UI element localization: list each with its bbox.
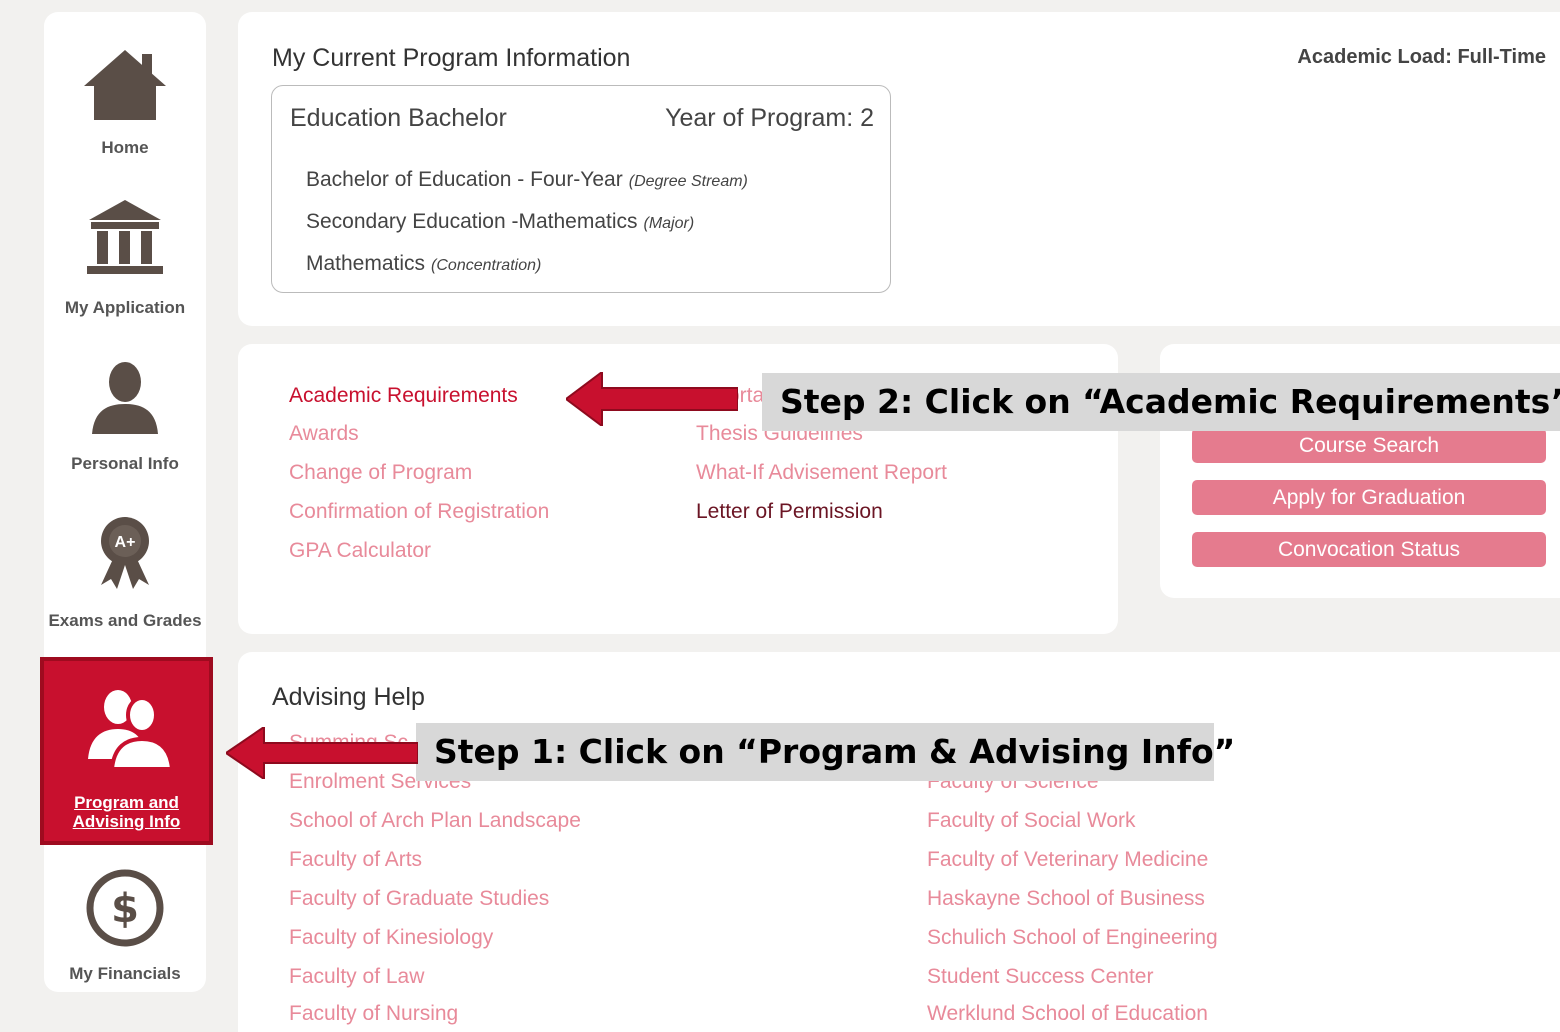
advising-link[interactable]: Faculty of Social Work <box>927 809 1136 833</box>
sidebar-item-label: Exams and Grades <box>48 611 202 630</box>
arrow-left-icon <box>566 372 738 426</box>
program-year: Year of Program: 2 <box>665 104 874 132</box>
sidebar-item-home[interactable]: Home <box>44 48 206 157</box>
link-letter-of-permission[interactable]: Letter of Permission <box>696 500 883 524</box>
program-row: Mathematics (Concentration) <box>306 252 542 275</box>
step2-callout: Step 2: Click on “Academic Requirements” <box>762 373 1560 431</box>
program-row: Secondary Education -Mathematics (Major) <box>306 210 695 233</box>
advising-link[interactable]: Haskayne School of Business <box>927 887 1205 911</box>
svg-text:$: $ <box>111 886 139 932</box>
link-awards[interactable]: Awards <box>289 422 359 446</box>
sidebar-item-label: Home <box>101 138 149 157</box>
sidebar-item-program-advising[interactable]: Program and Advising Info <box>40 657 213 845</box>
program-card: Education Bachelor Year of Program: 2 Ba… <box>271 85 891 293</box>
person-icon <box>92 362 158 434</box>
advising-link[interactable]: Faculty of Veterinary Medicine <box>927 848 1208 872</box>
advising-link[interactable]: Student Success Center <box>927 965 1153 989</box>
advising-link[interactable]: Faculty of Law <box>289 965 424 989</box>
link-what-if-report[interactable]: What-If Advisement Report <box>696 461 947 485</box>
convocation-status-button[interactable]: Convocation Status <box>1192 532 1546 567</box>
sidebar-item-my-financials[interactable]: $ My Financials <box>44 868 206 983</box>
advising-help-heading: Advising Help <box>272 683 425 711</box>
advising-link[interactable]: Faculty of Arts <box>289 848 422 872</box>
link-confirmation-registration[interactable]: Confirmation of Registration <box>289 500 549 524</box>
program-info-heading: My Current Program Information <box>272 44 631 72</box>
advising-link[interactable]: Werklund School of Education <box>927 1002 1208 1026</box>
program-title: Education Bachelor <box>290 104 507 132</box>
advising-link[interactable]: School of Arch Plan Landscape <box>289 809 581 833</box>
sidebar-item-label: Program and Advising Info <box>72 793 181 831</box>
link-academic-requirements[interactable]: Academic Requirements <box>289 384 518 408</box>
sidebar-item-personal-info[interactable]: Personal Info <box>44 360 206 473</box>
dollar-icon: $ <box>86 869 164 947</box>
advising-help-panel <box>238 652 1560 1032</box>
step1-callout: Step 1: Click on “Program & Advising Inf… <box>416 723 1235 781</box>
course-search-button[interactable]: Course Search <box>1192 428 1546 463</box>
link-change-of-program[interactable]: Change of Program <box>289 461 472 485</box>
building-icon <box>87 200 163 274</box>
advising-link[interactable]: Faculty of Nursing <box>289 1002 458 1026</box>
svg-text:A+: A+ <box>115 534 136 551</box>
home-icon <box>84 50 166 120</box>
sidebar-item-label: Personal Info <box>71 454 179 473</box>
award-ribbon-icon: A+ <box>101 517 149 589</box>
advising-link[interactable]: Faculty of Graduate Studies <box>289 887 549 911</box>
sidebar-item-exams-grades[interactable]: A+ Exams and Grades <box>44 515 206 630</box>
program-row: Bachelor of Education - Four-Year (Degree… <box>306 168 748 191</box>
users-icon <box>88 690 174 771</box>
sidebar-item-my-application[interactable]: My Application <box>44 198 206 317</box>
advising-link[interactable]: Faculty of Kinesiology <box>289 926 493 950</box>
academic-load: Academic Load: Full-Time <box>1297 46 1546 68</box>
sidebar-item-label: My Financials <box>69 964 181 983</box>
arrow-left-icon <box>226 727 418 779</box>
apply-graduation-button[interactable]: Apply for Graduation <box>1192 480 1546 515</box>
link-gpa-calculator[interactable]: GPA Calculator <box>289 539 431 563</box>
sidebar <box>44 12 206 992</box>
sidebar-item-label: My Application <box>64 298 186 317</box>
advising-link[interactable]: Schulich School of Engineering <box>927 926 1218 950</box>
